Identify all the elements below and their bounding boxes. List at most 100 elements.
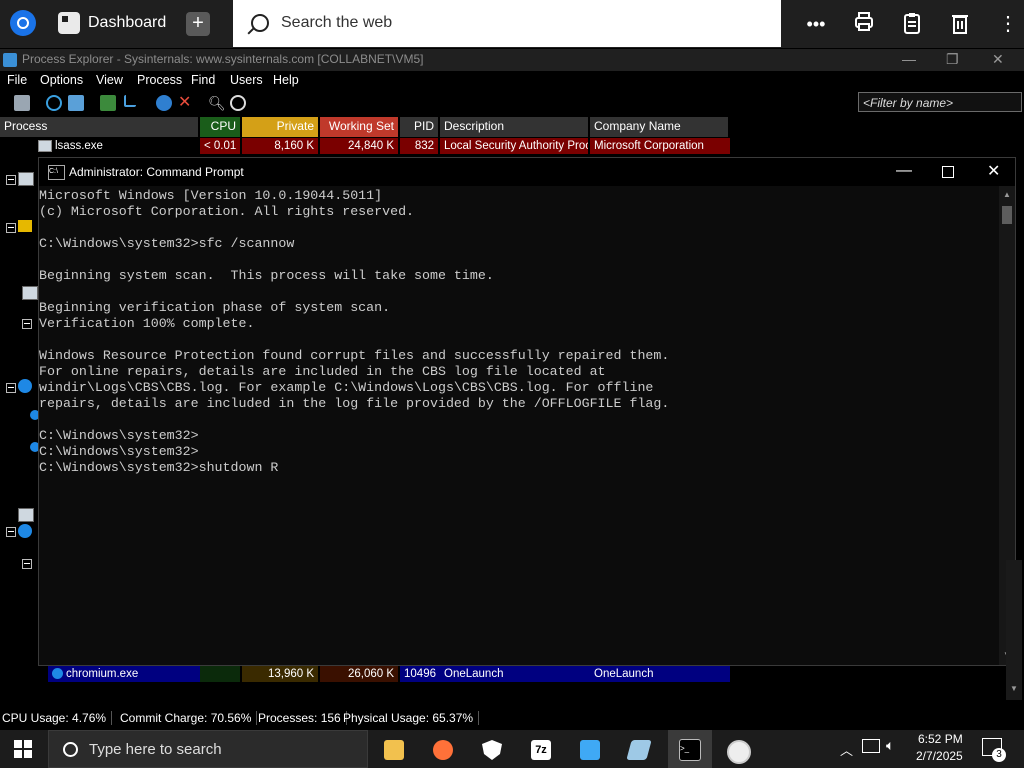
- show-lower-pane-icon[interactable]: [100, 95, 116, 111]
- target-process-icon[interactable]: [156, 95, 172, 111]
- firefox-icon[interactable]: [423, 734, 463, 766]
- table-row[interactable]: lsass.exe: [34, 138, 200, 154]
- crosshair-icon[interactable]: [230, 95, 246, 111]
- status-physical-usage: Physical Usage: 65.37%: [343, 711, 480, 725]
- command-prompt-icon[interactable]: >_: [668, 730, 712, 768]
- clock-app-icon[interactable]: [717, 734, 757, 766]
- column-company-name[interactable]: Company Name: [590, 117, 728, 137]
- process-explorer-title: Process Explorer - Sysinternals: www.sys…: [22, 52, 424, 66]
- close-icon[interactable]: ✕: [987, 161, 1000, 181]
- system-info-icon[interactable]: [68, 95, 84, 111]
- status-processes: Processes: 156: [258, 711, 347, 725]
- minimize-icon[interactable]: —: [902, 51, 916, 67]
- tree-collapse-icon[interactable]: [6, 175, 16, 185]
- restore-icon[interactable]: ❐: [946, 51, 959, 68]
- minimize-icon[interactable]: —: [896, 162, 912, 180]
- row-private-bytes: 13,960 K: [242, 666, 318, 682]
- process-explorer-menubar: File Options View Process Find Users Hel…: [0, 71, 1024, 91]
- windows-start-icon[interactable]: [14, 740, 32, 758]
- table-row[interactable]: chromium.exe: [48, 666, 200, 682]
- status-commit-charge: Commit Charge: 70.56%: [120, 711, 258, 725]
- folder-icon: [18, 220, 32, 232]
- tree-collapse-icon[interactable]: [6, 527, 16, 537]
- scroll-down-icon[interactable]: ▼: [1010, 684, 1018, 693]
- chromium-icon: [52, 668, 63, 680]
- save-icon[interactable]: [14, 95, 30, 111]
- close-icon[interactable]: ✕: [992, 51, 1004, 68]
- search-web-input[interactable]: Search the web: [233, 0, 781, 47]
- filter-by-name-input[interactable]: <Filter by name>: [858, 92, 1022, 112]
- windows-taskbar: Type here to search 7z >_ ︿ 🔈︎ 6:52 PM 2…: [0, 730, 1024, 768]
- column-description[interactable]: Description: [440, 117, 588, 137]
- column-cpu[interactable]: CPU: [200, 117, 240, 137]
- menu-file[interactable]: File: [7, 73, 27, 87]
- trash-icon[interactable]: [948, 12, 972, 36]
- notepad-icon[interactable]: [619, 734, 659, 766]
- tree-collapse-icon[interactable]: [22, 319, 32, 329]
- column-process[interactable]: Process: [0, 117, 198, 137]
- menu-find[interactable]: Find: [191, 73, 215, 87]
- search-web-placeholder: Search the web: [281, 14, 393, 31]
- row-process-name: lsass.exe: [55, 140, 103, 152]
- onelaunch-search-icon[interactable]: [570, 734, 610, 766]
- row-process-name: chromium.exe: [66, 668, 139, 680]
- command-prompt-window[interactable]: C:\ Administrator: Command Prompt — ✕ Mi…: [38, 157, 1016, 666]
- column-pid[interactable]: PID: [400, 117, 438, 137]
- row-company: OneLaunch: [590, 666, 730, 682]
- command-prompt-output[interactable]: Microsoft Windows [Version 10.0.19044.50…: [39, 188, 999, 476]
- volume-muted-icon[interactable]: 🔈︎: [886, 737, 894, 754]
- new-tab-button[interactable]: +: [186, 12, 210, 36]
- process-icon: [22, 286, 38, 300]
- onelaunch-icon: [18, 524, 32, 538]
- process-explorer-icon: [3, 53, 17, 67]
- find-icon[interactable]: 🔍︎: [208, 95, 226, 111]
- tree-collapse-icon[interactable]: [22, 559, 32, 569]
- tree-collapse-icon[interactable]: [6, 383, 16, 393]
- command-prompt-icon: C:\: [48, 165, 65, 180]
- taskbar-time[interactable]: 6:52 PM: [918, 732, 963, 746]
- menu-process[interactable]: Process: [137, 73, 182, 87]
- maximize-icon[interactable]: [942, 166, 954, 178]
- row-company: Microsoft Corporation: [590, 138, 730, 154]
- menu-view[interactable]: View: [96, 73, 123, 87]
- file-explorer-icon[interactable]: [374, 734, 414, 766]
- tree-collapse-icon[interactable]: [6, 223, 16, 233]
- row-cpu: < 0.01: [200, 138, 240, 154]
- menu-options[interactable]: Options: [40, 73, 83, 87]
- browser-topbar: Dashboard + Search the web ••• ⋮: [0, 0, 1024, 48]
- tree-view-icon[interactable]: [124, 95, 136, 107]
- menu-users[interactable]: Users: [230, 73, 263, 87]
- scroll-up-icon[interactable]: ▲: [1003, 190, 1011, 199]
- row-cpu: [200, 666, 240, 682]
- network-icon[interactable]: [862, 739, 880, 753]
- 7zip-icon[interactable]: 7z: [521, 734, 561, 766]
- command-prompt-title: Administrator: Command Prompt: [69, 165, 244, 179]
- security-icon[interactable]: [472, 734, 512, 766]
- process-list-scrollbar[interactable]: ▼: [1006, 560, 1022, 700]
- column-private-bytes[interactable]: Private Bytes: [242, 117, 318, 151]
- row-description: OneLaunch: [440, 666, 590, 682]
- taskbar-search-input[interactable]: Type here to search: [48, 730, 368, 768]
- status-cpu-usage: CPU Usage: 4.76%: [2, 711, 113, 725]
- clipboard-icon[interactable]: [900, 12, 924, 36]
- cmd-scroll-thumb[interactable]: [1002, 206, 1012, 224]
- print-icon[interactable]: [852, 12, 876, 36]
- process-icon: [18, 172, 34, 186]
- process-icon: [38, 139, 52, 152]
- kill-process-icon[interactable]: ✕: [178, 95, 194, 111]
- onelaunch-logo-icon[interactable]: [10, 10, 36, 36]
- chevron-up-icon[interactable]: ︿: [840, 740, 853, 759]
- taskbar-date[interactable]: 2/7/2025: [916, 749, 963, 763]
- refresh-icon[interactable]: [46, 95, 62, 111]
- more-options-icon[interactable]: •••: [804, 12, 828, 36]
- kebab-menu-icon[interactable]: ⋮: [996, 12, 1020, 36]
- edge-icon: [18, 379, 32, 393]
- notification-badge: 3: [992, 748, 1006, 762]
- tab-dashboard-label: Dashboard: [88, 14, 167, 31]
- menu-help[interactable]: Help: [273, 73, 299, 87]
- search-icon: [63, 742, 78, 757]
- search-icon: [251, 14, 269, 32]
- column-working-set[interactable]: Working Set: [320, 117, 398, 137]
- row-working-set: 24,840 K: [320, 138, 398, 154]
- process-explorer-statusbar: CPU Usage: 4.76% Commit Charge: 70.56% P…: [0, 706, 1024, 730]
